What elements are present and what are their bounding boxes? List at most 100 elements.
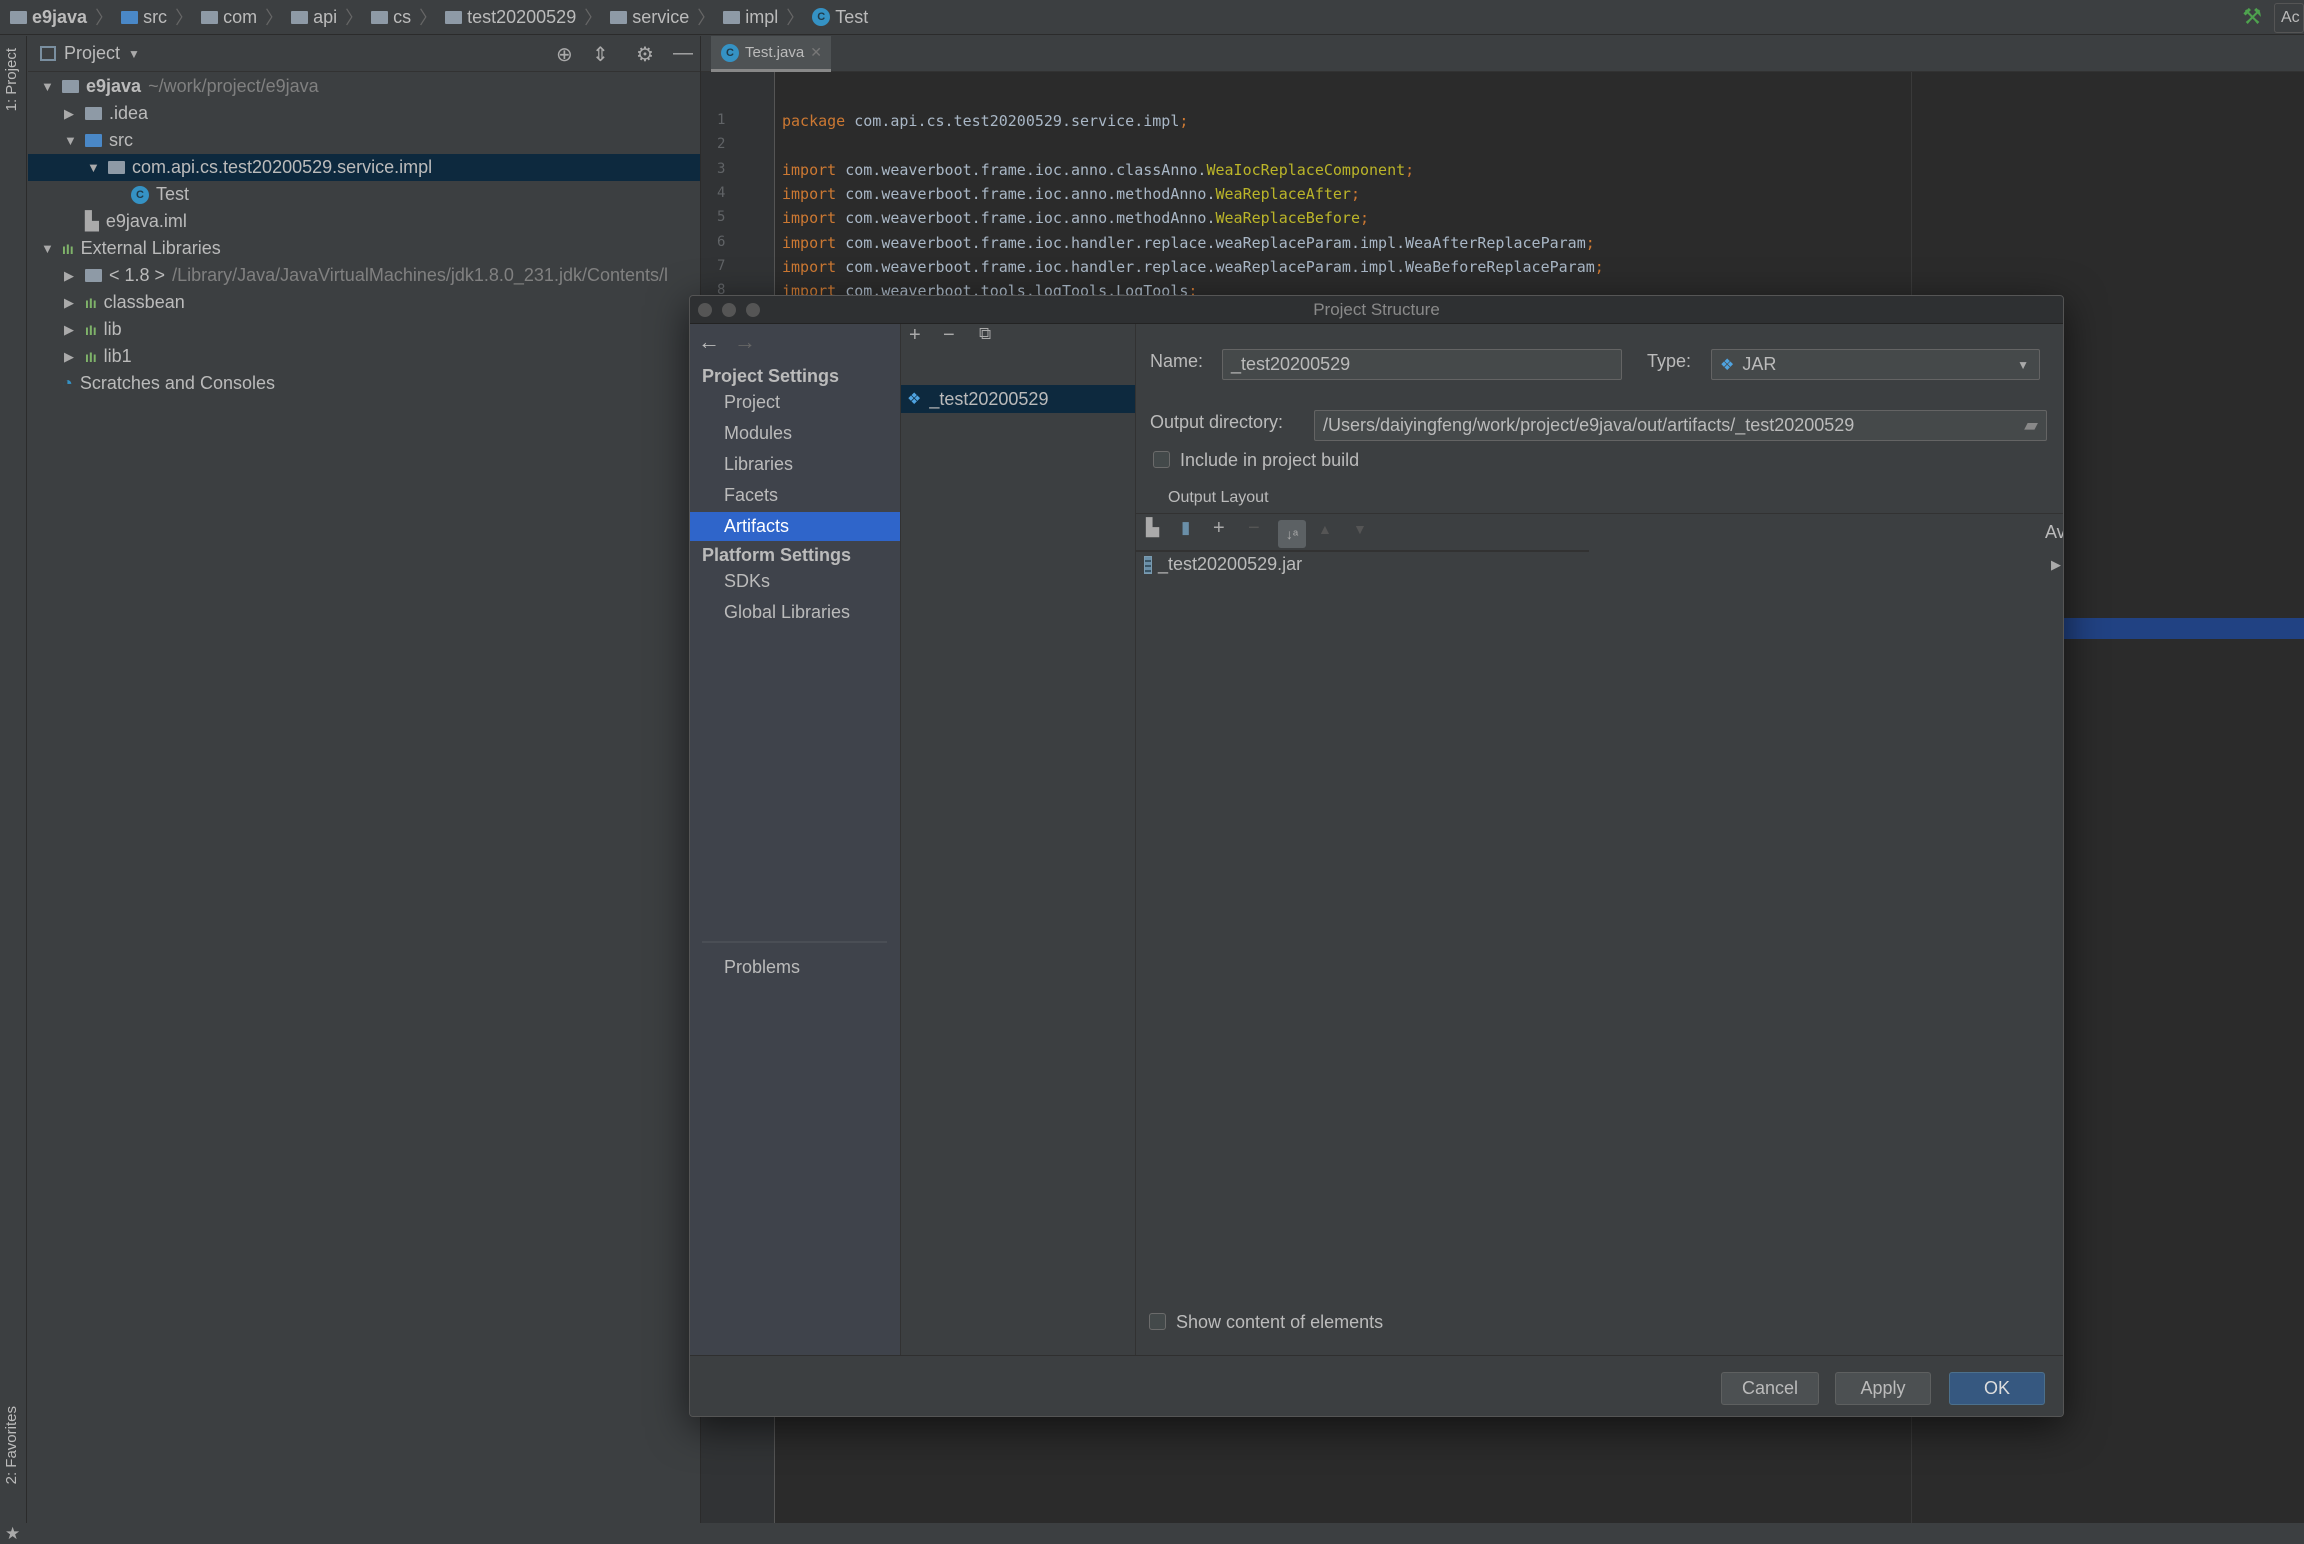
close-window-button[interactable] — [698, 303, 712, 317]
show-content-checkbox[interactable] — [1149, 1313, 1166, 1330]
create-directory-icon[interactable]: ▙ — [1146, 518, 1159, 538]
nav-item-sdks[interactable]: SDKs — [690, 567, 900, 596]
dialog-footer: Cancel Apply OK — [690, 1355, 2063, 1416]
back-arrow-icon[interactable]: ← — [698, 329, 720, 355]
tree-item[interactable]: ▶ < 1.8 > /Library/Java/JavaVirtualMachine… — [28, 262, 700, 289]
collapse-arrow-icon[interactable]: ▼ — [41, 79, 55, 94]
breadcrumb-label: impl — [745, 6, 779, 27]
nav-item-modules[interactable]: Modules — [690, 419, 900, 448]
tree-item-label: classbean — [103, 292, 185, 312]
chevron-down-icon[interactable]: ▼ — [128, 47, 140, 61]
tree-item[interactable]: C Test — [28, 181, 700, 208]
code-token: com.weaverboot.frame.ioc.handler.replace… — [836, 233, 1586, 252]
name-input[interactable]: _test20200529 — [1222, 349, 1622, 380]
tree-item[interactable]: ▶ ıIı classbean — [28, 289, 700, 316]
add-configuration-button[interactable]: Ac — [2274, 3, 2304, 33]
breadcrumb-item[interactable]: api — [291, 7, 337, 28]
tree-item[interactable]: ◔ Scratches and Consoles — [28, 370, 700, 397]
breadcrumb-item[interactable]: com — [201, 7, 257, 28]
expand-arrow-icon[interactable]: ▶ — [64, 268, 78, 284]
collapse-arrow-icon[interactable]: ▼ — [87, 160, 101, 175]
nav-item-facets[interactable]: Facets — [690, 481, 900, 510]
layout-item-jar[interactable]: _test20200529.jar — [1144, 554, 1302, 575]
code-line[interactable]: import com.weaverboot.frame.ioc.anno.met… — [782, 209, 1369, 227]
code-token: com.weaverboot.frame.ioc.anno.methodAnno… — [836, 184, 1216, 203]
apply-button[interactable]: Apply — [1835, 1372, 1931, 1405]
nav-item-libraries[interactable]: Libraries — [690, 450, 900, 479]
nav-item-project[interactable]: Project — [690, 388, 900, 417]
jar-type-icon: ❖ — [1720, 356, 1735, 374]
close-icon[interactable]: ✕ — [810, 44, 822, 61]
cancel-button[interactable]: Cancel — [1721, 1372, 1819, 1405]
collapse-arrow-icon[interactable]: ▼ — [64, 133, 78, 148]
breadcrumb-item[interactable]: impl — [723, 7, 778, 28]
code-line[interactable]: import com.weaverboot.frame.ioc.handler.… — [782, 258, 1604, 276]
favorites-tool-window-button[interactable]: 2: Favorites — [3, 1406, 20, 1484]
breadcrumb-item[interactable]: test20200529 — [445, 7, 576, 28]
minimize-window-button[interactable] — [722, 303, 736, 317]
collapse-arrow-icon[interactable]: ▼ — [41, 241, 55, 256]
breadcrumb-item[interactable]: service — [610, 7, 689, 28]
move-down-icon[interactable]: ▼ — [1353, 521, 1367, 537]
build-hammer-icon[interactable]: ⚒ — [2242, 4, 2262, 30]
tree-item[interactable]: ▙ e9java.iml — [28, 208, 700, 235]
code-token: import — [782, 160, 837, 179]
tree-item[interactable]: ▼ e9java ~/work/project/e9java — [28, 73, 700, 100]
copy-icon[interactable]: ⧉ — [979, 324, 991, 344]
artifact-settings: Name: _test20200529 Type: ❖ JAR ▼ Output… — [1136, 324, 2063, 1355]
browse-folder-icon[interactable]: ▰ — [2024, 415, 2038, 436]
tree-item[interactable]: ▼ ıIı External Libraries — [28, 235, 700, 262]
tree-item-label: Scratches and Consoles — [79, 373, 275, 393]
library-icon: ıIı — [85, 321, 97, 338]
tree-item-label: Test — [156, 184, 190, 204]
expand-arrow-icon[interactable]: ▶ — [64, 349, 78, 365]
collapse-all-icon[interactable]: ⇕ — [592, 42, 609, 67]
output-directory-input[interactable]: /Users/daiyingfeng/work/project/e9java/o… — [1314, 410, 2047, 441]
breadcrumb-item[interactable]: src — [121, 7, 167, 28]
tree-item[interactable]: ▼ src — [28, 127, 700, 154]
code-token: ; — [1405, 160, 1415, 179]
code-token: import — [782, 184, 837, 203]
nav-item-problems[interactable]: Problems — [690, 953, 900, 982]
include-in-build-checkbox[interactable] — [1153, 451, 1170, 468]
create-archive-icon[interactable]: ▮ — [1181, 518, 1190, 538]
breadcrumb-label: com — [223, 6, 258, 27]
ok-button[interactable]: OK — [1949, 1372, 2045, 1405]
line-number: 7 — [717, 257, 726, 274]
tree-item[interactable]: ▶ .idea — [28, 100, 700, 127]
project-view-selector[interactable]: Project — [64, 43, 120, 64]
zoom-window-button[interactable] — [746, 303, 760, 317]
expand-arrow-icon[interactable]: ▶ — [2051, 557, 2063, 573]
add-icon[interactable]: + — [909, 324, 921, 347]
breadcrumb-item[interactable]: e9java — [10, 7, 87, 28]
code-line[interactable]: package com.api.cs.test20200529.service.… — [782, 112, 1188, 130]
tree-item[interactable]: ▶ ıIı lib1 — [28, 343, 700, 370]
remove-icon[interactable]: − — [1248, 517, 1260, 540]
remove-icon[interactable]: − — [943, 324, 955, 347]
tab-test-java[interactable]: C Test.java ✕ — [711, 36, 831, 72]
type-select[interactable]: ❖ JAR ▼ — [1711, 349, 2040, 380]
nav-item-artifacts[interactable]: Artifacts — [690, 512, 900, 541]
forward-arrow-icon[interactable]: → — [734, 329, 756, 355]
breadcrumb-item[interactable]: cs — [371, 7, 411, 28]
code-line[interactable]: import com.weaverboot.frame.ioc.anno.cla… — [782, 161, 1414, 179]
code-line[interactable]: import com.weaverboot.frame.ioc.anno.met… — [782, 185, 1360, 203]
artifact-list-item[interactable]: ❖ _test20200529 — [901, 385, 1135, 413]
project-tool-window-button[interactable]: 1: Project — [3, 48, 20, 111]
breadcrumb-item[interactable]: C Test — [812, 7, 868, 28]
sort-alphabetically-icon[interactable]: ↓ᵃ — [1278, 520, 1306, 548]
code-token: com.weaverboot.frame.ioc.anno.methodAnno… — [836, 209, 1216, 228]
nav-item-global-libraries[interactable]: Global Libraries — [690, 598, 900, 627]
add-copy-of-icon[interactable]: + — [1213, 517, 1225, 540]
tree-item[interactable]: ▶ ıIı lib — [28, 316, 700, 343]
locate-icon[interactable]: ⊕ — [556, 42, 573, 67]
expand-arrow-icon[interactable]: ▶ — [64, 106, 78, 122]
expand-arrow-icon[interactable]: ▶ — [64, 295, 78, 311]
expand-arrow-icon[interactable]: ▶ — [64, 322, 78, 338]
hide-icon[interactable]: — — [673, 42, 693, 65]
code-line[interactable]: import com.weaverboot.frame.ioc.handler.… — [782, 234, 1595, 252]
tree-item[interactable]: ▼ com.api.cs.test20200529.service.impl — [28, 154, 700, 181]
gear-icon[interactable]: ⚙ — [636, 42, 654, 67]
available-item-e9java[interactable]: ▶ e9java — [2051, 554, 2063, 575]
move-up-icon[interactable]: ▲ — [1318, 521, 1332, 537]
